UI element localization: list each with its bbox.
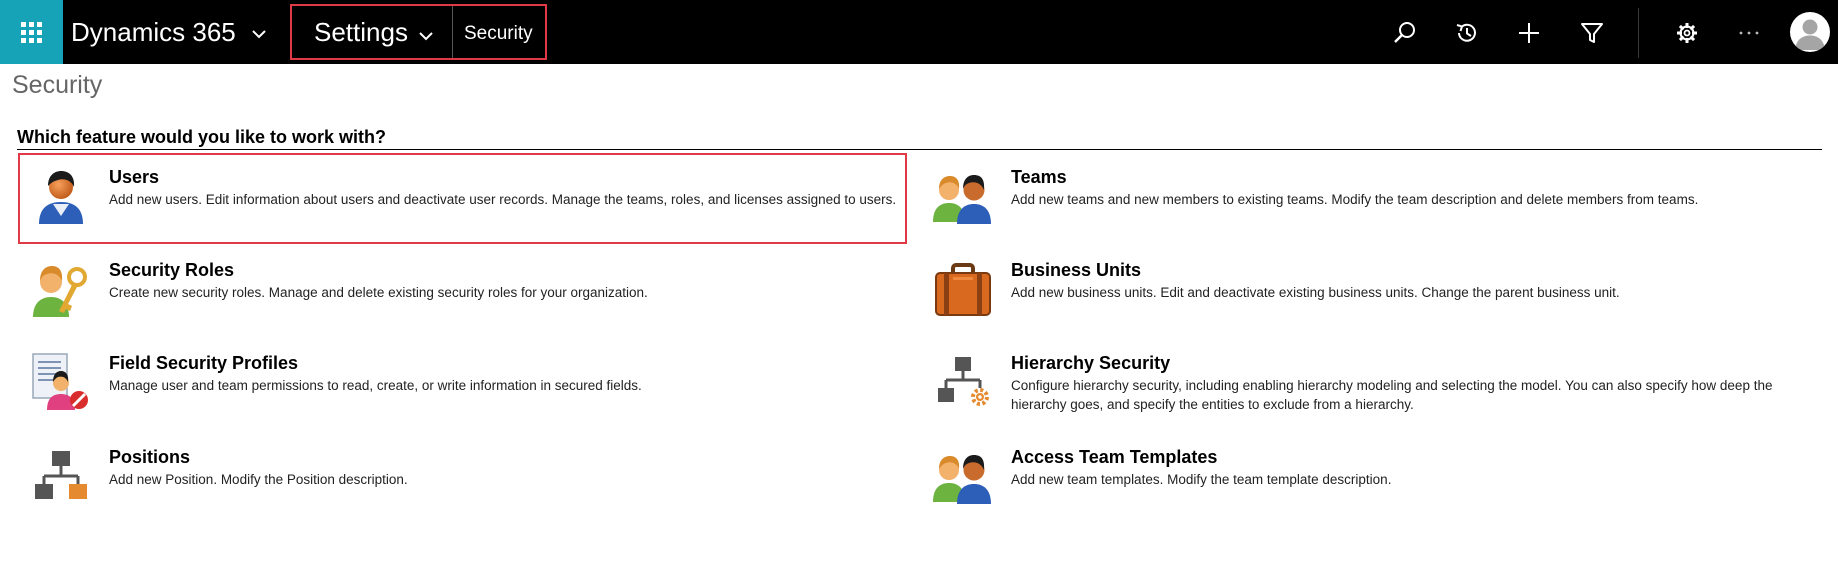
feature-security-roles[interactable]: Security Roles Create new security roles… [31,259,911,323]
filter-icon[interactable] [1579,20,1605,46]
position-hierarchy-icon [35,451,87,499]
feature-title[interactable]: Business Units [1011,259,1141,281]
toolbar-divider [1638,8,1639,58]
feature-title[interactable]: Teams [1011,166,1067,188]
add-icon[interactable] [1516,20,1542,46]
app-title[interactable]: Dynamics 365 [71,16,236,48]
app-launcher-waffle-icon[interactable] [0,0,63,64]
feature-users[interactable]: Users Add new users. Edit information ab… [31,166,911,230]
feature-title[interactable]: Security Roles [109,259,234,281]
hierarchy-gear-icon [938,357,989,406]
nav-divider [452,6,453,58]
feature-description: Add new users. Edit information about us… [109,192,897,207]
feature-description: Configure hierarchy security, including … [1011,378,1773,412]
team-icon [933,455,991,504]
feature-teams[interactable]: Teams Add new teams and new members to e… [933,166,1813,230]
search-icon[interactable] [1392,20,1418,46]
team-icon [933,175,991,224]
field-security-profile-icon [32,353,88,410]
feature-business-units[interactable]: Business Units Add new business units. E… [933,259,1813,323]
security-role-key-icon [33,266,87,317]
settings-area-menu[interactable]: Settings [314,16,408,48]
feature-title[interactable]: Users [109,166,159,188]
feature-description: Add new teams and new members to existin… [1011,192,1699,207]
section-divider [17,149,1822,150]
history-icon[interactable] [1454,20,1480,46]
settings-gear-icon[interactable] [1674,20,1700,46]
app-chevron-down-icon[interactable] [247,22,271,46]
user-avatar[interactable] [1790,12,1830,52]
page-title: Security [12,71,103,99]
feature-description: Manage user and team permissions to read… [109,378,642,393]
feature-title[interactable]: Access Team Templates [1011,446,1217,468]
feature-description: Add new business units. Edit and deactiv… [1011,285,1620,300]
settings-chevron-down-icon[interactable] [414,24,438,48]
briefcase-icon [935,263,991,316]
feature-title[interactable]: Field Security Profiles [109,352,298,374]
avatar-silhouette-icon [1795,19,1825,50]
user-icon [39,171,83,224]
feature-positions[interactable]: Positions Add new Position. Modify the P… [31,446,911,510]
feature-title[interactable]: Hierarchy Security [1011,352,1170,374]
feature-description: Add new Position. Modify the Position de… [109,472,408,487]
breadcrumb-security[interactable]: Security [464,23,533,45]
feature-description: Add new team templates. Modify the team … [1011,472,1392,487]
feature-access-team-templates[interactable]: Access Team Templates Add new team templ… [933,446,1813,510]
more-options-icon[interactable] [1736,20,1762,46]
feature-hierarchy-security[interactable]: Hierarchy Security Configure hierarchy s… [933,352,1813,416]
section-question: Which feature would you like to work wit… [17,127,387,147]
feature-title[interactable]: Positions [109,446,190,468]
feature-description: Create new security roles. Manage and de… [109,285,648,300]
feature-field-security-profiles[interactable]: Field Security Profiles Manage user and … [31,352,911,416]
top-nav-bar: Dynamics 365 Settings Security [0,0,1838,64]
